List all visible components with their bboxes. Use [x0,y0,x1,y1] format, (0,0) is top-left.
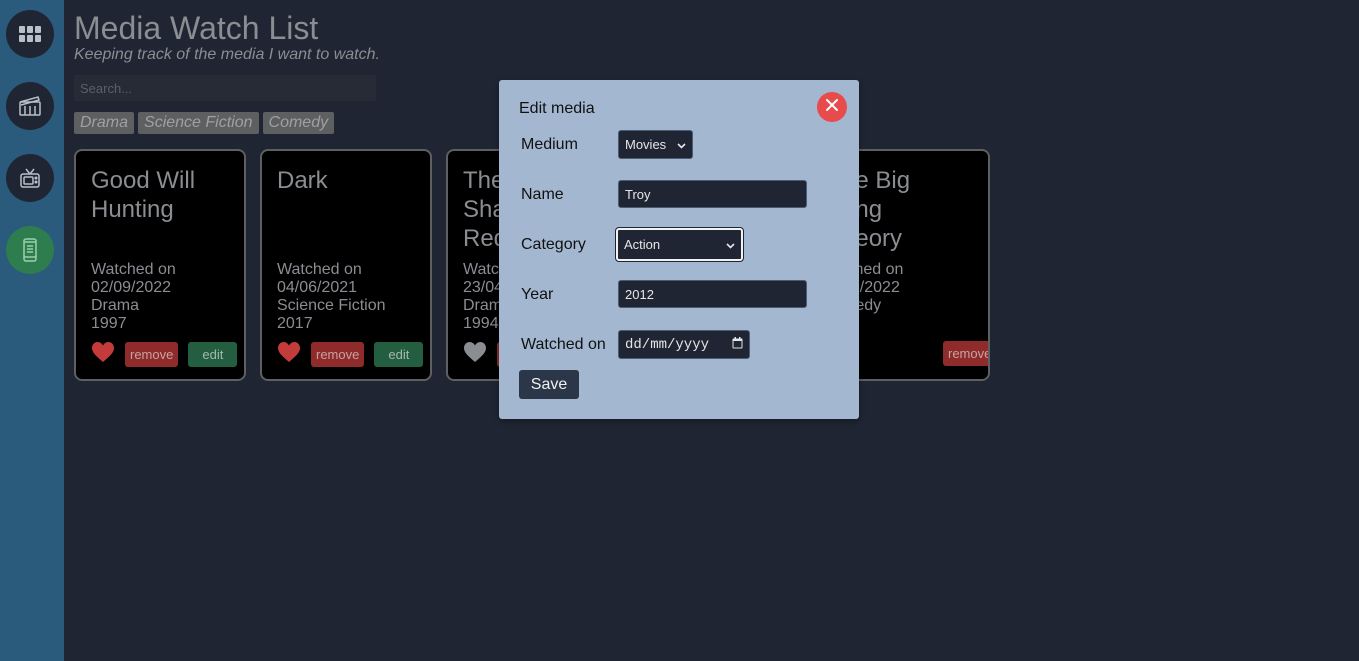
heart-icon[interactable] [463,341,497,368]
card-year: 2017 [277,315,313,332]
watched-on-date-input[interactable]: dd/mm/yyyy [618,330,750,359]
category-label: Category [521,236,586,253]
remove-button[interactable]: remove [125,342,179,367]
close-icon [826,98,838,116]
heart-icon[interactable] [91,341,125,368]
name-label: Name [521,186,564,203]
card-category: Science Fiction [277,297,386,314]
calendar-icon[interactable] [732,337,743,352]
chevron-down-icon [677,137,686,152]
year-input[interactable]: 2012 [618,280,807,308]
card-title: he Big ang heory [842,167,911,252]
tag-comedy[interactable]: Comedy [262,112,335,134]
dialog-title: Edit media [519,100,595,117]
tag-drama[interactable]: Drama [74,112,135,134]
close-button[interactable] [817,92,847,122]
card-watched-label: Watched on [277,261,362,278]
medium-label: Medium [521,136,578,153]
page-subtitle: Keeping track of the media I want to wat… [74,46,380,63]
chevron-down-icon [726,237,735,252]
phone-icon [22,238,38,262]
tag-science-fiction[interactable]: Science Fiction [138,112,259,134]
edit-button[interactable]: edit [188,342,238,367]
remove-button[interactable]: remove [311,342,365,367]
card-title: Good Will Hunting [91,167,196,223]
category-select[interactable]: Action [616,228,743,261]
card-watched-date: 04/06/2021 [277,279,358,296]
watched-on-label: Watched on [521,336,606,353]
card-year: 1997 [91,315,127,332]
card-watched-date: 02/09/2022 [91,279,172,296]
edit-button[interactable]: edit [374,342,424,367]
card-title: Dark [277,167,328,194]
save-button[interactable]: Save [519,370,579,399]
card-watched-label: Watc [463,261,499,278]
heart-icon[interactable] [277,341,311,368]
card-watched-date: 23/04 [463,279,504,296]
card-category: Drama [91,297,140,314]
media-card: Dark Watched on 04/06/2021 Science Ficti… [260,149,432,381]
remove-button[interactable]: remove [943,341,988,366]
sidebar-item-all[interactable] [6,10,54,58]
card-category: Dram [463,297,503,314]
medium-select[interactable]: Movies [618,130,693,159]
edit-media-dialog: Edit media Medium Movies Name Troy Categ… [499,80,859,419]
grid-icon [19,26,41,42]
name-input[interactable]: Troy [618,180,807,208]
sidebar-item-movies[interactable] [6,82,54,130]
year-label: Year [521,286,554,303]
tag-filter-list: Drama Science Fiction Comedy [74,112,335,134]
card-watched-label: Watched on [91,261,176,278]
film-icon [18,95,42,117]
page-title: Media Watch List [74,10,319,46]
sidebar-item-tv[interactable] [6,154,54,202]
search-input[interactable] [74,75,376,101]
tv-icon [18,166,42,190]
sidebar-item-mobile[interactable] [6,226,54,274]
media-card: Good Will Hunting Watched on 02/09/2022 … [74,149,246,381]
sidebar [0,0,64,661]
card-year: 1994 [463,315,499,332]
